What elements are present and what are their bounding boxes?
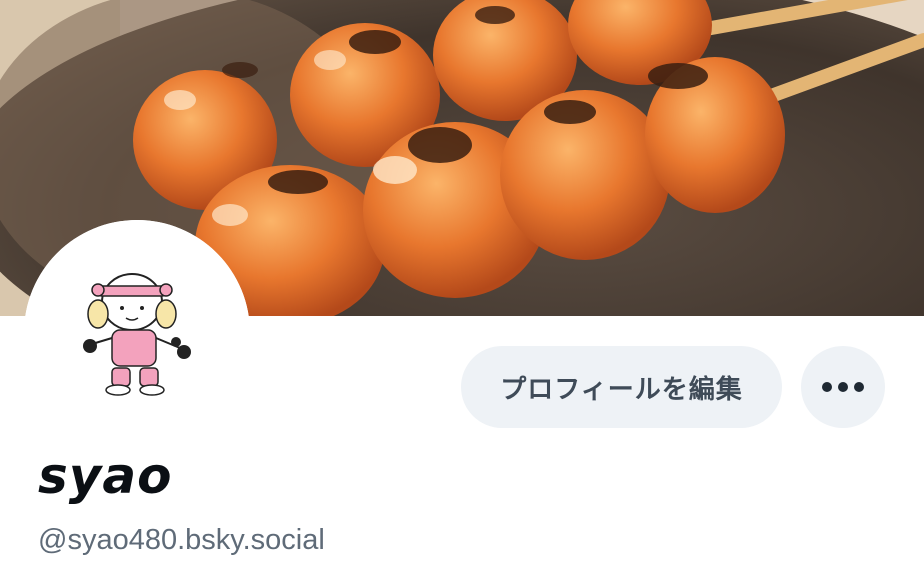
more-options-button[interactable] [801,346,885,428]
edit-profile-label: プロフィールを編集 [500,374,743,405]
display-name: syao [38,447,173,505]
more-horizontal-icon [822,382,864,392]
avatar[interactable] [24,220,250,446]
edit-profile-button[interactable]: プロフィールを編集 [461,346,782,428]
user-handle: @syao480.bsky.social [38,524,325,556]
avatar-illustration [24,220,250,446]
